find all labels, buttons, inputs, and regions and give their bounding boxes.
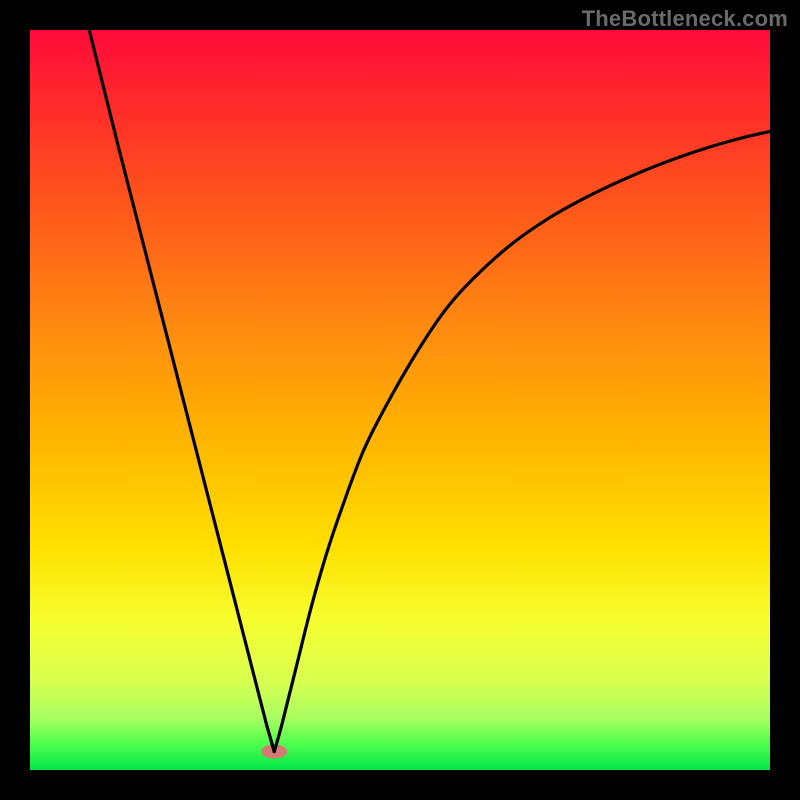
plot-area — [30, 30, 770, 770]
gradient-background — [30, 30, 770, 770]
chart-frame: TheBottleneck.com — [0, 0, 800, 800]
chart-svg — [30, 30, 770, 770]
watermark-text: TheBottleneck.com — [582, 6, 788, 32]
